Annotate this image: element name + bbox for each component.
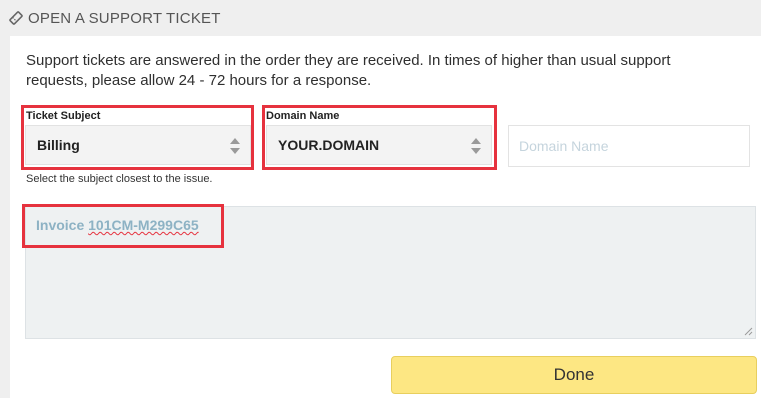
domain-highlight-box xyxy=(262,105,497,170)
message-highlight-box xyxy=(22,204,224,248)
domain-name-placeholder: Domain Name xyxy=(519,138,609,154)
done-button[interactable]: Done xyxy=(391,356,757,394)
page-title: OPEN A SUPPORT TICKET xyxy=(28,9,221,27)
subject-highlight-box xyxy=(21,105,254,170)
ticket-icon xyxy=(9,11,23,25)
resize-handle-icon[interactable] xyxy=(743,326,753,336)
subject-hint: Select the subject closest to the issue. xyxy=(26,173,213,185)
intro-text: Support tickets are answered in the orde… xyxy=(26,52,671,89)
panel-header: OPEN A SUPPORT TICKET xyxy=(0,0,761,36)
domain-name-input[interactable]: Domain Name xyxy=(508,125,750,167)
